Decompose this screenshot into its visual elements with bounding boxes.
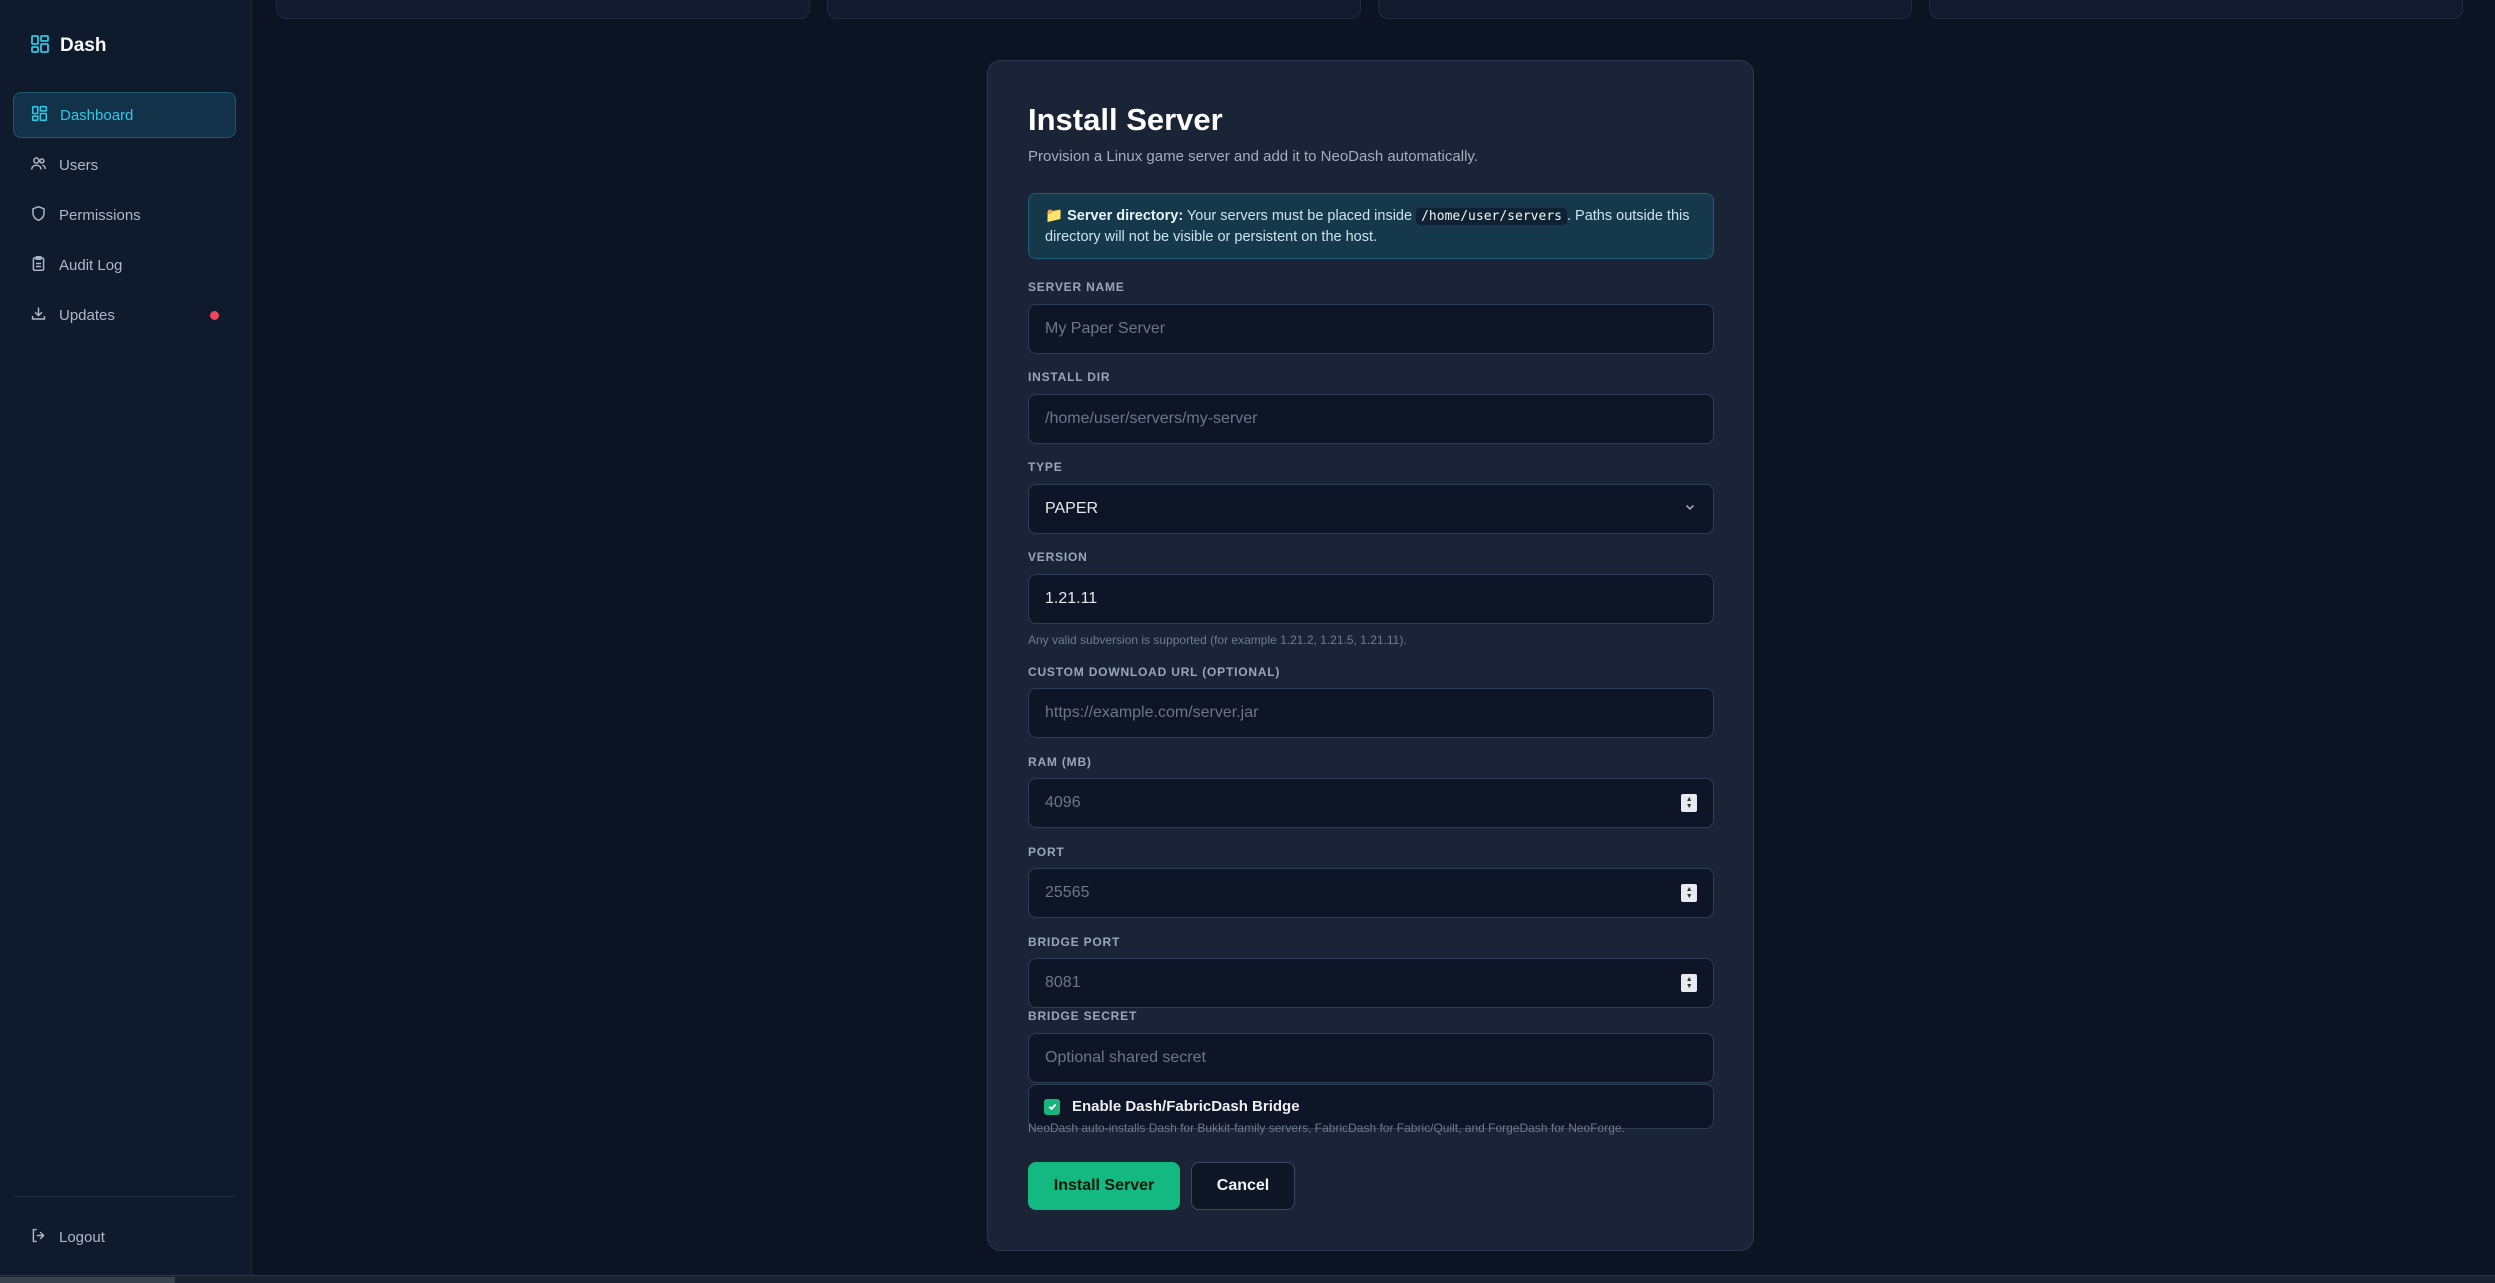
install-dir-field[interactable] xyxy=(1028,394,1714,444)
notice-title: Server directory: xyxy=(1067,208,1184,224)
stat-card xyxy=(276,0,810,19)
server-name-input[interactable] xyxy=(1045,320,1697,338)
bridge-port-input[interactable] xyxy=(1045,974,1682,992)
download-url-input[interactable] xyxy=(1045,704,1697,722)
download-icon xyxy=(30,305,47,326)
chevron-down-icon xyxy=(1683,500,1697,519)
page-subtitle: Provision a Linux game server and add it… xyxy=(1028,148,1478,165)
port-label: PORT xyxy=(1028,845,1065,859)
version-hint: Any valid subversion is supported (for e… xyxy=(1028,633,1407,647)
stat-card xyxy=(827,0,1361,19)
shield-icon xyxy=(30,205,47,226)
version-label: VERSION xyxy=(1028,550,1088,564)
bridge-port-label: BRIDGE PORT xyxy=(1028,935,1121,949)
logout-button[interactable]: Logout xyxy=(13,1214,236,1260)
sidebar-item-label: Updates xyxy=(59,306,115,324)
bridge-port-stepper[interactable]: ▲ ▼ xyxy=(1681,974,1697,992)
install-server-dialog: Install Server Provision a Linux game se… xyxy=(987,60,1754,1251)
brand[interactable]: Dash xyxy=(30,34,106,58)
download-url-field[interactable] xyxy=(1028,688,1714,738)
scrollbar-thumb[interactable] xyxy=(0,1277,175,1283)
version-input[interactable] xyxy=(1045,590,1697,608)
type-label: TYPE xyxy=(1028,460,1063,474)
port-stepper[interactable]: ▲ ▼ xyxy=(1681,884,1697,902)
logout-label: Logout xyxy=(59,1228,105,1246)
bridge-secret-field[interactable] xyxy=(1028,1033,1714,1083)
notice-text: Your servers must be placed inside xyxy=(1183,208,1417,224)
enable-bridge-label: Enable Dash/FabricDash Bridge xyxy=(1072,1098,1300,1115)
sidebar-divider xyxy=(13,1196,236,1197)
page-title: Install Server xyxy=(1028,102,1223,137)
horizontal-scrollbar[interactable] xyxy=(0,1275,2495,1283)
bridge-hint: NeoDash auto-installs Dash for Bukkit-fa… xyxy=(1028,1121,1625,1135)
sidebar: Dash Dashboard Users Permissions Audit L… xyxy=(0,0,252,1275)
clipboard-icon xyxy=(30,255,47,276)
users-icon xyxy=(30,155,47,176)
type-select[interactable]: PAPER xyxy=(1028,484,1714,534)
sidebar-item-users[interactable]: Users xyxy=(13,142,236,188)
install-dir-input[interactable] xyxy=(1045,410,1697,428)
notice-path: /home/user/servers xyxy=(1416,208,1567,225)
bridge-port-field[interactable]: ▲▼ xyxy=(1028,958,1714,1008)
dashboard-grid-icon xyxy=(30,34,50,59)
port-field[interactable]: ▲▼ xyxy=(1028,868,1714,918)
ram-stepper[interactable]: ▲ ▼ xyxy=(1681,794,1697,812)
sidebar-item-label: Users xyxy=(59,156,99,174)
download-url-label: CUSTOM DOWNLOAD URL (OPTIONAL) xyxy=(1028,665,1281,679)
bridge-secret-label: BRIDGE SECRET xyxy=(1028,1009,1138,1023)
sidebar-item-audit-log[interactable]: Audit Log xyxy=(13,242,236,288)
folder-icon: 📁 xyxy=(1045,208,1064,224)
ram-input[interactable] xyxy=(1045,794,1682,812)
app-root: Dash Dashboard Users Permissions Audit L… xyxy=(0,0,2495,1283)
stat-card xyxy=(1378,0,1912,19)
type-select-value: PAPER xyxy=(1045,500,1099,517)
dashboard-grid-icon xyxy=(31,105,48,126)
cancel-button[interactable]: Cancel xyxy=(1191,1162,1295,1210)
server-directory-notice: 📁 Server directory: Your servers must be… xyxy=(1028,193,1714,259)
sidebar-item-label: Permissions xyxy=(59,206,141,224)
bridge-secret-input[interactable] xyxy=(1045,1049,1697,1067)
ram-field[interactable]: ▲▼ xyxy=(1028,778,1714,828)
ram-label: RAM (MB) xyxy=(1028,755,1092,769)
sidebar-item-dashboard[interactable]: Dashboard xyxy=(13,92,236,138)
logout-icon xyxy=(30,1227,47,1248)
sidebar-item-permissions[interactable]: Permissions xyxy=(13,192,236,238)
server-name-label: SERVER NAME xyxy=(1028,280,1125,294)
install-dir-label: INSTALL DIR xyxy=(1028,370,1111,384)
sidebar-item-label: Audit Log xyxy=(59,256,123,274)
server-name-field[interactable] xyxy=(1028,304,1714,354)
sidebar-item-updates[interactable]: Updates xyxy=(13,292,236,338)
brand-name: Dash xyxy=(60,35,107,56)
port-input[interactable] xyxy=(1045,884,1682,902)
enable-bridge-checkbox[interactable] xyxy=(1044,1098,1060,1115)
stat-card xyxy=(1929,0,2463,19)
version-field[interactable] xyxy=(1028,574,1714,624)
notification-badge xyxy=(210,311,219,320)
sidebar-item-label: Dashboard xyxy=(60,106,134,124)
install-server-button[interactable]: Install Server xyxy=(1028,1162,1180,1210)
